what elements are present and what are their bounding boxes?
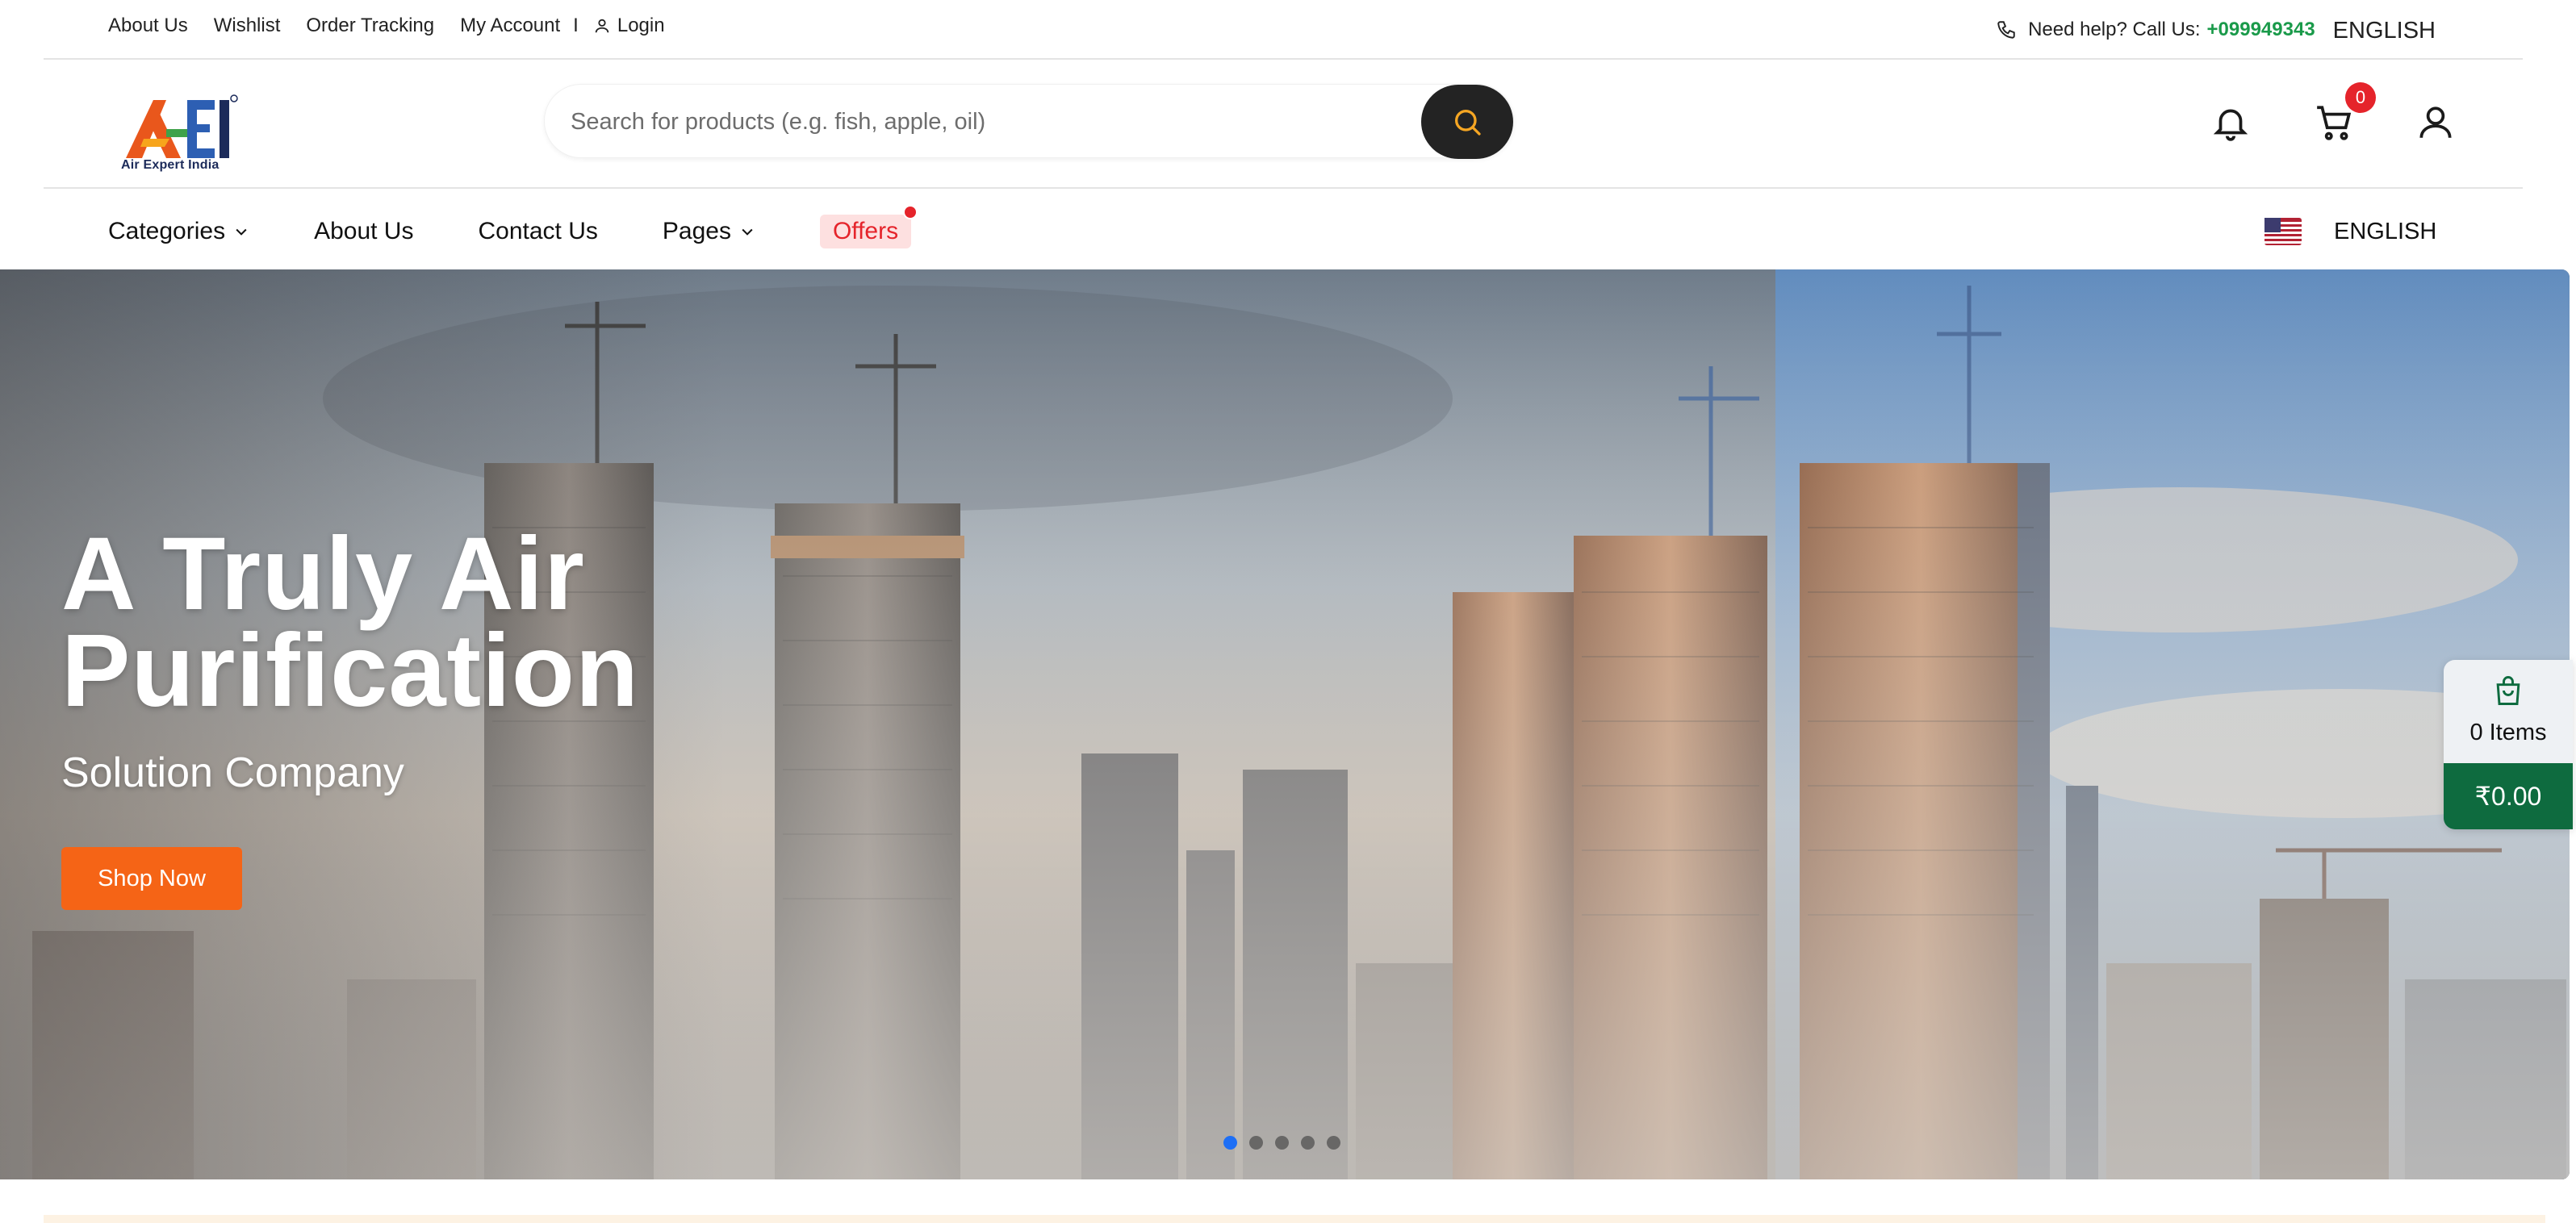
top-link-order-tracking[interactable]: Order Tracking (306, 15, 434, 37)
nav-categories[interactable]: Categories (108, 218, 249, 245)
carousel-dot-3[interactable] (1275, 1136, 1289, 1150)
user-icon (595, 19, 609, 33)
hero-banner: A Truly Air Purification Solution Compan… (0, 269, 2570, 1179)
floating-mini-cart[interactable]: 0 Items ₹0.00 (2444, 660, 2573, 829)
chevron-down-icon (236, 228, 247, 236)
carousel-dot-5[interactable] (1327, 1136, 1340, 1150)
topbar: About Us Wishlist Order Tracking My Acco… (44, 0, 2523, 60)
hero-subtitle: Solution Company (61, 749, 404, 796)
hero-title: A Truly Air Purification (61, 516, 640, 728)
bell-icon (2213, 109, 2248, 141)
logo-text: Air Expert India (121, 158, 220, 172)
carousel-dot-2[interactable] (1249, 1136, 1263, 1150)
chevron-down-icon (742, 228, 753, 236)
nav-offers-label: Offers (832, 218, 899, 244)
search-icon (1455, 110, 1481, 136)
hero-title-line2: Purification (61, 613, 640, 728)
nav-about-us[interactable]: About Us (314, 218, 413, 245)
language-selector[interactable]: ENGLISH (2264, 218, 2436, 245)
phone-icon (1997, 20, 2015, 39)
cart-icon (2317, 106, 2352, 140)
nav-pages[interactable]: Pages (663, 218, 755, 245)
search-input[interactable] (571, 85, 1378, 159)
nav-offers[interactable]: Offers (819, 205, 918, 248)
login-label: Login (617, 15, 665, 36)
nav-contact-us[interactable]: Contact Us (478, 218, 597, 245)
user-icon (2419, 106, 2452, 138)
account-button[interactable] (2405, 92, 2466, 153)
top-links: About Us Wishlist Order Tracking My Acco… (108, 15, 691, 37)
header: Air Expert India 0 (44, 61, 2523, 189)
hero-title-line1: A Truly Air (61, 516, 585, 632)
nav-pages-label: Pages (662, 218, 731, 244)
help-text: Need help? Call Us: (2028, 18, 2201, 40)
top-link-about-us[interactable]: About Us (108, 15, 188, 37)
mini-cart-items: 0 Items (2469, 720, 2547, 745)
help-contact: Need help? Call Us: +099949343 ENGLISH (1996, 15, 2436, 44)
next-section-strip (44, 1215, 2545, 1223)
help-phone-number[interactable]: +099949343 (2207, 19, 2315, 41)
shopping-bag-icon (2496, 676, 2520, 705)
main-nav: Categories About Us Contact Us Pages Off… (44, 190, 2523, 268)
carousel-dot-4[interactable] (1301, 1136, 1315, 1150)
nav-categories-label: Categories (108, 218, 226, 244)
language-selector-top[interactable]: ENGLISH (2333, 18, 2436, 44)
top-link-my-account[interactable]: My Account (460, 15, 560, 37)
search-button[interactable] (1421, 85, 1513, 159)
search-bar (544, 84, 1514, 159)
notifications-button[interactable] (2200, 92, 2261, 153)
language-label: ENGLISH (2334, 218, 2437, 244)
carousel-dot-1[interactable] (1223, 1136, 1237, 1150)
top-link-wishlist[interactable]: Wishlist (214, 15, 281, 37)
shop-now-button[interactable]: Shop Now (61, 847, 242, 910)
offers-notification-dot (903, 205, 918, 219)
mini-cart-total: ₹0.00 (2444, 763, 2573, 829)
top-link-separator: I (573, 15, 579, 36)
cart-count-badge: 0 (2345, 82, 2376, 113)
carousel-dots (1223, 1136, 1353, 1150)
login-link[interactable]: Login (593, 15, 665, 37)
us-flag-icon (2264, 218, 2302, 245)
